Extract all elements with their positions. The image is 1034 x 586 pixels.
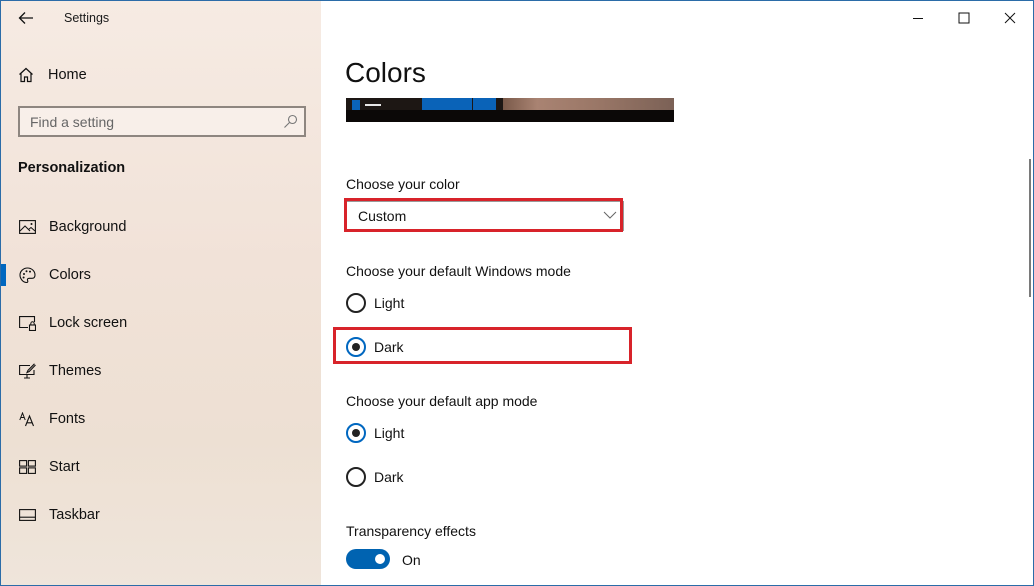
radio-circle-checked[interactable]: [346, 337, 366, 357]
sidebar-item-label: Themes: [49, 363, 102, 379]
sidebar-item-start[interactable]: Start: [1, 449, 321, 485]
close-icon: [1004, 12, 1016, 24]
search-box[interactable]: [18, 106, 306, 137]
maximize-icon: [958, 12, 970, 24]
maximize-button[interactable]: [941, 1, 987, 35]
sidebar-item-label: Fonts: [49, 411, 86, 427]
radio-label: Light: [374, 425, 405, 441]
choose-color-label: Choose your color: [346, 176, 460, 192]
preview-wallpaper: [503, 98, 674, 110]
scrollbar-thumb[interactable]: [1029, 159, 1031, 297]
sidebar-item-label: Start: [49, 459, 80, 475]
taskbar-icon: [18, 506, 36, 524]
preview-dash: [365, 104, 381, 106]
windows-mode-light-radio[interactable]: Light: [346, 292, 404, 314]
radio-label: Dark: [374, 469, 404, 485]
sidebar-item-label: Lock screen: [49, 315, 128, 331]
preview-tile: [422, 98, 472, 110]
toggle-knob: [375, 554, 385, 564]
windows-mode-label: Choose your default Windows mode: [346, 263, 571, 279]
sidebar-item-taskbar[interactable]: Taskbar: [1, 497, 321, 533]
active-indicator: [1, 264, 6, 286]
color-preview-image: [346, 98, 674, 122]
fonts-icon: [18, 410, 36, 428]
themes-icon: [18, 362, 36, 380]
sidebar-item-themes[interactable]: Themes: [1, 353, 321, 389]
toggle-state-label: On: [402, 552, 421, 568]
search-input[interactable]: [20, 113, 270, 130]
home-label: Home: [48, 67, 87, 83]
choose-color-dropdown[interactable]: Custom: [346, 201, 624, 231]
minimize-button[interactable]: [895, 1, 941, 35]
minimize-icon: [913, 18, 923, 19]
app-mode-light-radio[interactable]: Light: [346, 422, 404, 444]
start-icon: [18, 458, 36, 476]
app-mode-dark-radio[interactable]: Dark: [346, 466, 404, 488]
sidebar-item-fonts[interactable]: Fonts: [1, 401, 321, 437]
windows-mode-dark-radio[interactable]: Dark: [346, 336, 404, 358]
lock-screen-icon: [18, 314, 36, 332]
app-title: Settings: [64, 11, 110, 25]
settings-window: Settings Home Personalization Background: [0, 0, 1034, 586]
page-title: Colors: [345, 57, 426, 88]
radio-circle-checked[interactable]: [346, 423, 366, 443]
sidebar-item-label: Colors: [49, 267, 91, 283]
sidebar: Settings Home Personalization Background: [1, 1, 321, 585]
app-mode-label: Choose your default app mode: [346, 393, 538, 409]
dropdown-value: Custom: [358, 208, 407, 224]
preview-tile: [352, 100, 360, 110]
picture-icon: [18, 218, 36, 236]
sidebar-item-colors[interactable]: Colors: [1, 257, 321, 293]
search-icon[interactable]: [283, 114, 298, 129]
palette-icon: [18, 266, 36, 284]
radio-label: Light: [374, 295, 405, 311]
sidebar-item-background[interactable]: Background: [1, 209, 321, 245]
back-arrow-icon: [18, 12, 33, 24]
section-title: Personalization: [18, 160, 126, 176]
sidebar-item-label: Taskbar: [49, 507, 100, 523]
radio-circle[interactable]: [346, 293, 366, 313]
transparency-label: Transparency effects: [346, 523, 476, 539]
nav-home[interactable]: Home: [18, 63, 87, 87]
chevron-down-icon: [603, 211, 617, 219]
radio-label: Dark: [374, 339, 404, 355]
preview-tile: [473, 98, 496, 110]
close-button[interactable]: [987, 1, 1033, 35]
home-icon: [19, 67, 33, 83]
radio-circle[interactable]: [346, 467, 366, 487]
content-pane: Colors Choose your color Custom Choose y…: [321, 1, 1033, 585]
sidebar-item-label: Background: [49, 219, 127, 235]
sidebar-item-lock-screen[interactable]: Lock screen: [1, 305, 321, 341]
transparency-toggle[interactable]: [346, 549, 390, 569]
back-button[interactable]: [11, 5, 41, 31]
